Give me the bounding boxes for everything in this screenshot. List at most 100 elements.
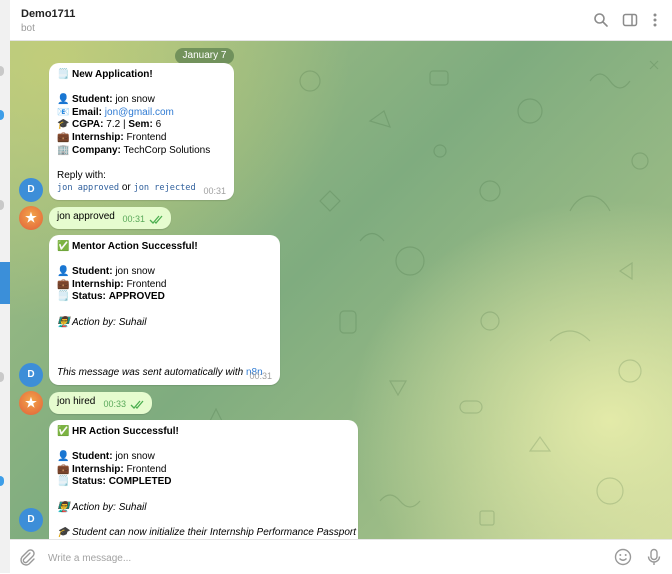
field-email: 📧 Email: jon@gmail.com [57, 107, 226, 120]
person-icon: 👤 [57, 94, 70, 106]
search-icon[interactable] [593, 12, 609, 28]
field-label: Student: [72, 266, 113, 278]
field-label: Sem: [128, 119, 153, 131]
building-icon: 🏢 [57, 144, 70, 156]
message-title: ✅ Mentor Action Successful! [57, 241, 272, 254]
graduation-cap-icon: 🎓 [57, 119, 70, 131]
field-internship: 💼 Internship: Frontend [57, 464, 350, 477]
field-student: 👤 Student: jon snow [57, 266, 272, 279]
chat-list-indicator [0, 66, 4, 76]
field-value: Frontend [126, 463, 167, 475]
attach-icon[interactable] [18, 548, 36, 566]
automation-footer: This message was sent automatically with… [57, 367, 272, 380]
field-label: Status: [72, 291, 106, 303]
microphone-icon[interactable] [645, 548, 663, 566]
field-student: 👤 Student: jon snow [57, 94, 226, 107]
emoji-icon[interactable] [614, 548, 632, 566]
message-title: 🗒️ New Application! [57, 69, 226, 82]
active-chat-indicator [0, 262, 10, 304]
field-value: 7.2 | [106, 119, 129, 131]
message-time: 00:31 [122, 214, 145, 224]
bot-avatar[interactable]: D [19, 508, 43, 532]
unread-indicator [0, 110, 4, 120]
field-label: Internship: [72, 278, 124, 290]
passport-note-text: Student can now initialize their Interns… [72, 526, 357, 538]
sidebar-toggle-icon[interactable] [622, 12, 638, 28]
action-by-text: Action by: Suhail [72, 501, 147, 513]
more-vertical-icon[interactable] [647, 12, 663, 28]
field-value: jon snow [115, 94, 155, 106]
field-value: jon snow [115, 266, 155, 278]
message-bubble-user[interactable]: jon approved 00:31 [49, 207, 171, 229]
notepad-icon: 🗒️ [57, 476, 70, 488]
chat-list-indicator [0, 372, 4, 382]
message-composer [10, 539, 672, 574]
footer-text: This message was sent automatically with [57, 366, 246, 378]
notepad-icon: 🗒️ [57, 69, 70, 80]
field-student: 👤 Student: jon snow [57, 451, 350, 464]
message-bubble-bot[interactable]: ✅ HR Action Successful! 👤 Student: jon sno… [49, 420, 358, 539]
graduation-cap-icon: 🎓 [57, 526, 70, 538]
action-by: 👨‍🏫 Action by: Suhail [57, 502, 350, 515]
command-approved[interactable]: jon approved [57, 183, 119, 193]
briefcase-icon: 💼 [57, 131, 70, 143]
action-by-text: Action by: Suhail [72, 316, 147, 328]
field-value: TechCorp Solutions [123, 144, 211, 156]
field-status: 🗒️ Status: COMPLETED [57, 476, 350, 489]
user-avatar[interactable]: ★ [19, 206, 43, 230]
field-value: Frontend [126, 278, 167, 290]
bot-avatar[interactable]: D [19, 178, 43, 202]
field-value: 6 [155, 119, 162, 131]
chat-title[interactable]: Demo1711 [21, 8, 75, 20]
field-internship: 💼 Internship: Frontend [57, 279, 272, 292]
user-avatar[interactable]: ★ [19, 391, 43, 415]
check-mark-icon: ✅ [57, 426, 70, 437]
field-cgpa: 🎓 CGPA: 7.2 | Sem: 6 [57, 119, 226, 132]
message-time: 00:33 [103, 399, 126, 409]
unread-indicator [0, 476, 4, 486]
message-title-text: HR Action Successful! [72, 426, 179, 437]
field-value: Frontend [126, 131, 167, 143]
email-link[interactable]: jon@gmail.com [105, 107, 174, 118]
passport-note: 🎓 Student can now initialize their Intern… [57, 526, 356, 539]
field-label: CGPA: [72, 119, 104, 131]
message-title-text: New Application! [72, 69, 153, 80]
check-mark-icon: ✅ [57, 241, 70, 252]
field-value: jon snow [115, 451, 155, 463]
message-bubble-user[interactable]: jon hired 00:33 [49, 392, 152, 414]
field-label: Student: [72, 451, 113, 463]
command-rejected[interactable]: jon rejected [134, 183, 196, 193]
reply-or: or [121, 182, 131, 194]
email-icon: 📧 [57, 106, 70, 118]
status-value: COMPLETED [108, 476, 172, 488]
double-check-icon [130, 400, 144, 409]
field-label: Status: [72, 476, 106, 488]
chat-area[interactable]: January 7 🗒️ New Application! 👤 Student: j… [10, 41, 672, 539]
double-check-icon [149, 215, 163, 224]
date-separator: January 7 [175, 48, 234, 64]
chat-subtitle: bot [21, 23, 35, 34]
field-company: 🏢 Company: TechCorp Solutions [57, 145, 226, 158]
field-label: Student: [72, 94, 113, 106]
briefcase-icon: 💼 [57, 278, 70, 290]
person-icon: 👤 [57, 266, 70, 278]
message-time: 00:31 [203, 186, 226, 196]
message-text: jon approved [57, 211, 115, 222]
teacher-icon: 👨‍🏫 [57, 501, 70, 513]
person-icon: 👤 [57, 451, 70, 463]
message-title-text: Mentor Action Successful! [72, 241, 198, 252]
chat-header: Demo1711 bot [10, 0, 672, 41]
star-face-icon: ★ [25, 395, 37, 410]
action-by: 👨‍🏫 Action by: Suhail [57, 317, 272, 330]
star-face-icon: ★ [25, 210, 37, 225]
bot-avatar[interactable]: D [19, 363, 43, 387]
message-bubble-bot[interactable]: 🗒️ New Application! 👤 Student: jon snow 📧 E… [49, 63, 234, 200]
field-label: Internship: [72, 131, 124, 143]
chat-list-indicator [0, 200, 4, 210]
message-input[interactable] [46, 549, 570, 567]
message-bubble-bot[interactable]: ✅ Mentor Action Successful! 👤 Student: jon… [49, 235, 280, 385]
field-internship: 💼 Internship: Frontend [57, 132, 226, 145]
message-time: 00:31 [249, 371, 272, 381]
status-value: APPROVED [108, 291, 165, 303]
field-status: 🗒️ Status: APPROVED [57, 291, 272, 304]
